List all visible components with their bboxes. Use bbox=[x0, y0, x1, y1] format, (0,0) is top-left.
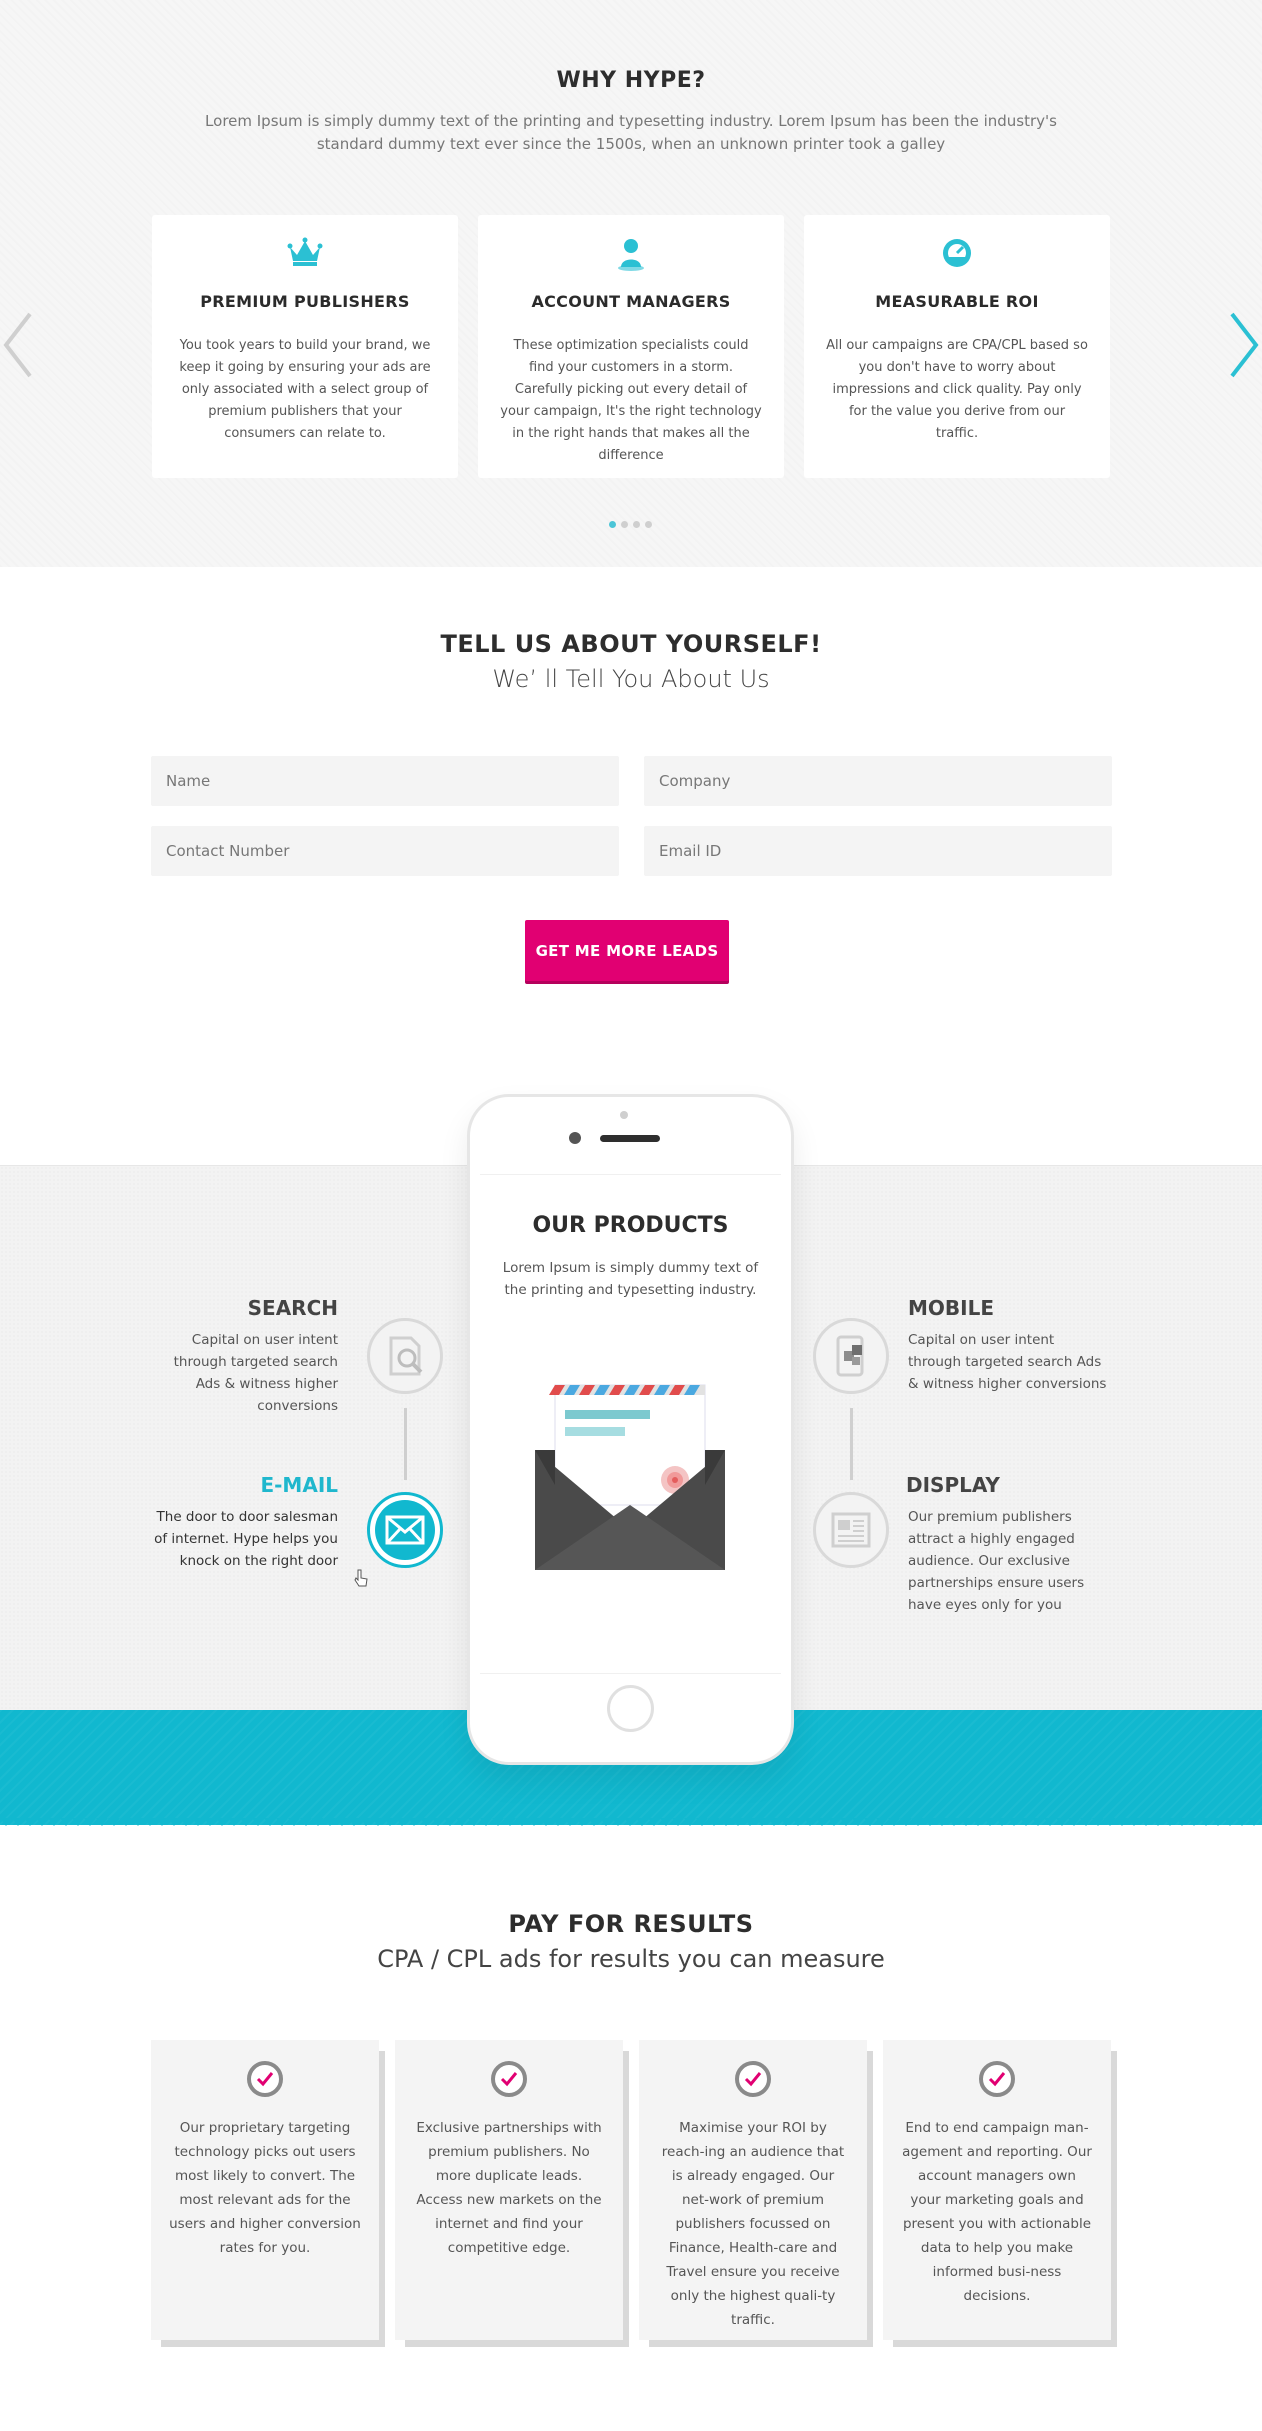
carousel-dots bbox=[609, 521, 652, 528]
products-description: Lorem Ipsum is simply dummy text of the … bbox=[502, 1260, 759, 1298]
products-title: OUR PRODUCTS bbox=[532, 1213, 729, 1238]
tell-us-subtitle: We’ ll Tell You About Us bbox=[492, 665, 770, 693]
cursor-hand-icon bbox=[354, 1569, 368, 1587]
display-description: Our premium publishers attract a highly … bbox=[908, 1509, 1085, 1613]
phone-mockup: OUR PRODUCTS Lorem Ipsum is simply dummy… bbox=[467, 1094, 794, 1765]
feature-card: MEASURABLE ROI All our campaigns are CPA… bbox=[804, 215, 1110, 478]
card-title: PREMIUM PUBLISHERS bbox=[200, 292, 410, 311]
envelope-illustration bbox=[535, 1384, 725, 1570]
card-description: End to end campaign man-agement and repo… bbox=[902, 2120, 1092, 2304]
check-circle-icon bbox=[883, 2060, 1111, 2098]
zigzag-edge bbox=[0, 1818, 1262, 1830]
carousel-dot[interactable] bbox=[645, 521, 652, 528]
mobile-icon[interactable] bbox=[813, 1318, 889, 1394]
mobile-title: MOBILE bbox=[908, 1296, 994, 1320]
carousel-dot[interactable] bbox=[621, 521, 628, 528]
section-intro: Lorem Ipsum is simply dummy text of the … bbox=[205, 112, 1057, 153]
card-description: Our proprietary targeting technology pic… bbox=[169, 2120, 361, 2256]
search-title: SEARCH bbox=[247, 1296, 338, 1320]
phone-screen: OUR PRODUCTS Lorem Ipsum is simply dummy… bbox=[480, 1174, 781, 1674]
phone-speaker bbox=[600, 1135, 660, 1142]
get-leads-button[interactable]: GET ME MORE LEADS bbox=[525, 920, 729, 981]
feature-card: ACCOUNT MANAGERS These optimization spec… bbox=[478, 215, 784, 478]
envelope-icon[interactable] bbox=[367, 1492, 443, 1568]
newspaper-icon[interactable] bbox=[813, 1492, 889, 1568]
check-circle-icon bbox=[151, 2060, 379, 2098]
connector-line bbox=[404, 1408, 407, 1480]
card-description: Exclusive partnerships with premium publ… bbox=[416, 2120, 602, 2256]
contact-number-field[interactable] bbox=[151, 826, 619, 876]
mobile-description: Capital on user intent through targeted … bbox=[908, 1332, 1107, 1392]
phone-home-button bbox=[607, 1685, 654, 1732]
name-field[interactable] bbox=[151, 756, 619, 806]
carousel-prev-arrow[interactable] bbox=[0, 310, 36, 380]
card-description: You took years to build your brand, we k… bbox=[179, 338, 431, 441]
result-card: Exclusive partnerships with premium publ… bbox=[395, 2040, 623, 2340]
card-title: MEASURABLE ROI bbox=[875, 292, 1039, 311]
result-card: End to end campaign man-agement and repo… bbox=[883, 2040, 1111, 2340]
pay-subtitle: CPA / CPL ads for results you can measur… bbox=[377, 1945, 885, 1973]
card-title: ACCOUNT MANAGERS bbox=[531, 292, 731, 311]
pay-title: PAY FOR RESULTS bbox=[508, 1910, 754, 1938]
card-description: Maximise your ROI by reach-ing an audien… bbox=[661, 2120, 845, 2328]
check-circle-icon bbox=[639, 2060, 867, 2098]
person-pin-icon bbox=[478, 237, 784, 271]
carousel-next-arrow[interactable] bbox=[1226, 310, 1262, 380]
why-hype-section: WHY HYPE? Lorem Ipsum is simply dummy te… bbox=[0, 0, 1262, 567]
email-title: E-MAIL bbox=[260, 1473, 338, 1497]
carousel-dot[interactable] bbox=[609, 521, 616, 528]
connector-line bbox=[850, 1408, 853, 1480]
tell-us-title: TELL US ABOUT YOURSELF! bbox=[440, 630, 822, 658]
feature-card: PREMIUM PUBLISHERS You took years to bui… bbox=[152, 215, 458, 478]
phone-sensor bbox=[620, 1111, 628, 1119]
gauge-icon bbox=[804, 237, 1110, 271]
search-doc-icon[interactable] bbox=[367, 1318, 443, 1394]
email-field[interactable] bbox=[644, 826, 1112, 876]
carousel-dot[interactable] bbox=[633, 521, 640, 528]
result-card: Maximise your ROI by reach-ing an audien… bbox=[639, 2040, 867, 2340]
result-card: Our proprietary targeting technology pic… bbox=[151, 2040, 379, 2340]
crown-icon bbox=[152, 237, 458, 271]
display-title: DISPLAY bbox=[906, 1473, 1000, 1497]
check-circle-icon bbox=[395, 2060, 623, 2098]
search-description: Capital on user intent through targeted … bbox=[173, 1332, 338, 1414]
email-description: The door to door salesman of internet. H… bbox=[154, 1509, 338, 1569]
company-field[interactable] bbox=[644, 756, 1112, 806]
phone-camera bbox=[569, 1132, 581, 1144]
card-description: All our campaigns are CPA/CPL based so y… bbox=[826, 338, 1088, 441]
section-title: WHY HYPE? bbox=[556, 68, 706, 93]
card-description: These optimization specialists could fin… bbox=[500, 338, 762, 463]
